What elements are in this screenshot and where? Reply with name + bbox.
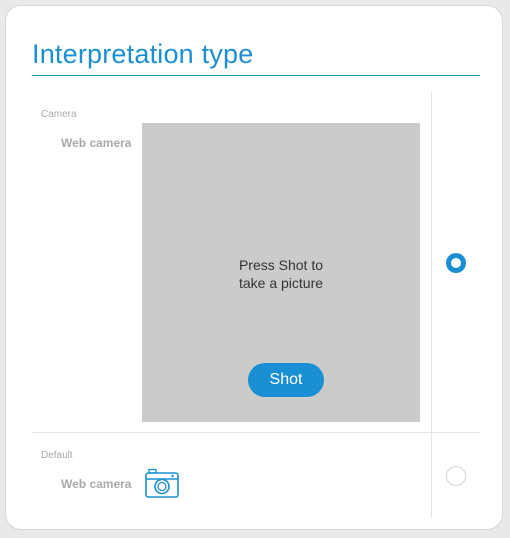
option-camera-radio[interactable] <box>446 253 466 273</box>
camera-preview: Press Shot to take a picture Shot <box>142 123 420 422</box>
shot-button[interactable]: Shot <box>248 363 324 397</box>
option-source-label: Web camera <box>61 136 132 150</box>
option-group-label: Default <box>41 450 73 461</box>
column-divider <box>431 91 432 518</box>
option-group-label: Camera <box>41 109 77 120</box>
camera-icon[interactable] <box>145 468 179 498</box>
option-divider <box>32 432 480 433</box>
interpretation-type-card: Interpretation type Camera Web camera Pr… <box>5 5 503 530</box>
camera-hint: Press Shot to take a picture <box>142 256 420 292</box>
option-source-label: Web camera <box>61 477 132 491</box>
option-default-radio[interactable] <box>446 466 466 486</box>
camera-hint-line1: Press Shot to <box>238 257 324 273</box>
section-title: Interpretation type <box>32 39 254 69</box>
camera-hint-line2: take a picture <box>238 275 324 291</box>
title-underline <box>32 75 480 76</box>
